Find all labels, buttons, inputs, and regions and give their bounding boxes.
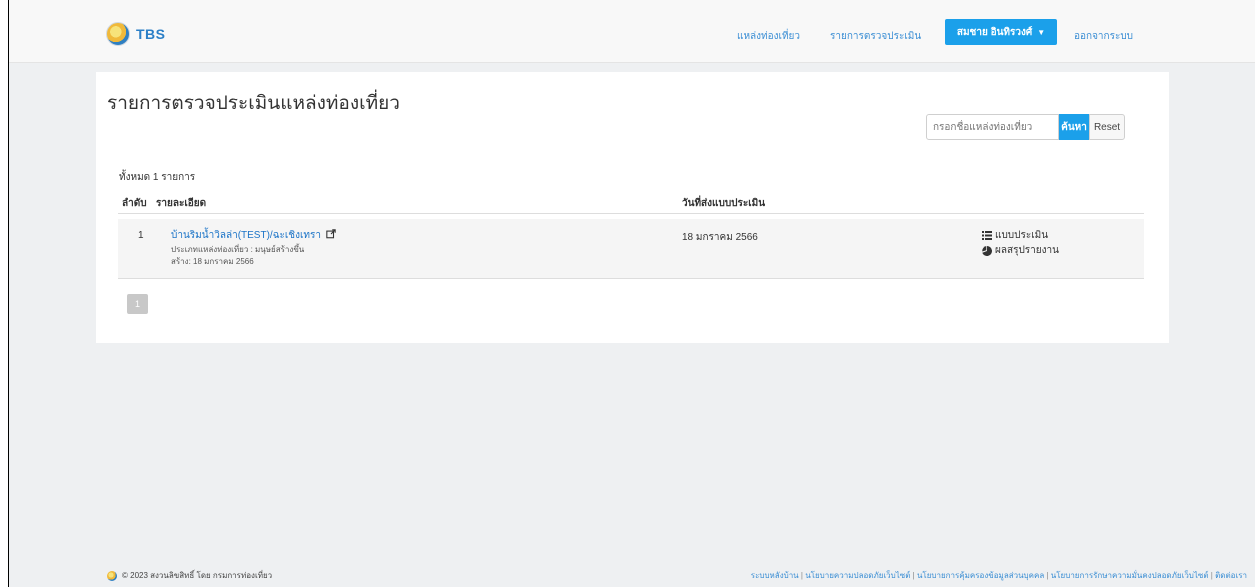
- attraction-name-link[interactable]: บ้านริมน้ำวิลล่า(TEST)/ฉะเชิงเทรา: [171, 230, 321, 241]
- footer-logo-icon: [107, 570, 117, 581]
- row-number: 1: [138, 230, 144, 241]
- list-icon: [982, 231, 992, 240]
- nav-assessments-link[interactable]: รายการตรวจประเมิน: [830, 29, 921, 44]
- app-frame: TBS แหล่งท่องเที่ยว รายการตรวจประเมิน สม…: [8, 0, 1255, 587]
- pie-chart-icon: [982, 245, 992, 256]
- top-navbar: TBS แหล่งท่องเที่ยว รายการตรวจประเมิน สม…: [9, 0, 1255, 63]
- pagination-page-1[interactable]: 1: [127, 294, 148, 314]
- nav-attractions-link[interactable]: แหล่งท่องเที่ยว: [737, 29, 800, 44]
- total-count: ทั้งหมด 1 รายการ: [119, 172, 196, 183]
- footer-link-privacy-policy[interactable]: นโยบายการคุ้มครองข้อมูลส่วนบุคคล: [917, 571, 1044, 580]
- brand-name: TBS: [136, 26, 166, 42]
- footer-link-website-security-policy[interactable]: นโยบายการรักษาความมั่นคงปลอดภัยเว็บไซต์: [1051, 571, 1209, 580]
- user-name: สมชาย อินทิรวงศ์: [956, 26, 1033, 38]
- reset-button[interactable]: Reset: [1089, 114, 1125, 140]
- column-header-detail: รายละเอียด: [156, 198, 207, 209]
- assessment-form-label: แบบประเมิน: [995, 230, 1049, 241]
- assessment-form-link[interactable]: แบบประเมิน: [982, 228, 1048, 243]
- search-button[interactable]: ค้นหา: [1059, 114, 1089, 140]
- footer-links: ระบบหลังบ้าน | นโยบายความปลอดภัยเว็บไซต์…: [750, 571, 1247, 580]
- footer: © 2023 สงวนลิขสิทธิ์ โดย กรมการท่องเที่ย…: [9, 568, 1255, 587]
- footer-link-backoffice[interactable]: ระบบหลังบ้าน: [751, 571, 799, 580]
- table-row: 1 บ้านริมน้ำวิลล่า(TEST)/ฉะเชิงเทรา ประเ…: [118, 219, 1144, 279]
- brand[interactable]: TBS: [106, 22, 166, 46]
- footer-link-security-policy[interactable]: นโยบายความปลอดภัยเว็บไซต์: [805, 571, 910, 580]
- copyright-text: © 2023 สงวนลิขสิทธิ์ โดย กรมการท่องเที่ย…: [122, 571, 273, 580]
- caret-down-icon: ▼: [1037, 27, 1046, 37]
- column-header-date: วันที่ส่งแบบประเมิน: [682, 198, 766, 209]
- search-input[interactable]: [926, 114, 1059, 140]
- page-title: รายการตรวจประเมินแหล่งท่องเที่ยว: [107, 93, 400, 114]
- summary-report-link[interactable]: ผลสรุปรายงาน: [982, 243, 1059, 258]
- main-panel: รายการตรวจประเมินแหล่งท่องเที่ยว ค้นหา R…: [96, 72, 1169, 343]
- footer-link-contact[interactable]: ติดต่อเรา: [1215, 571, 1247, 580]
- brand-logo-icon: [106, 22, 130, 46]
- external-link-icon[interactable]: [326, 229, 336, 239]
- header-divider: [118, 213, 1144, 214]
- created-date: สร้าง: 18 มกราคม 2566: [171, 257, 254, 266]
- logout-link[interactable]: ออกจากระบบ: [1074, 29, 1133, 44]
- submitted-date: 18 มกราคม 2566: [682, 232, 758, 243]
- column-header-no: ลำดับ: [122, 198, 147, 209]
- user-menu-button[interactable]: สมชาย อินทิรวงศ์ ▼: [945, 19, 1057, 45]
- summary-report-label: ผลสรุปรายงาน: [995, 245, 1059, 256]
